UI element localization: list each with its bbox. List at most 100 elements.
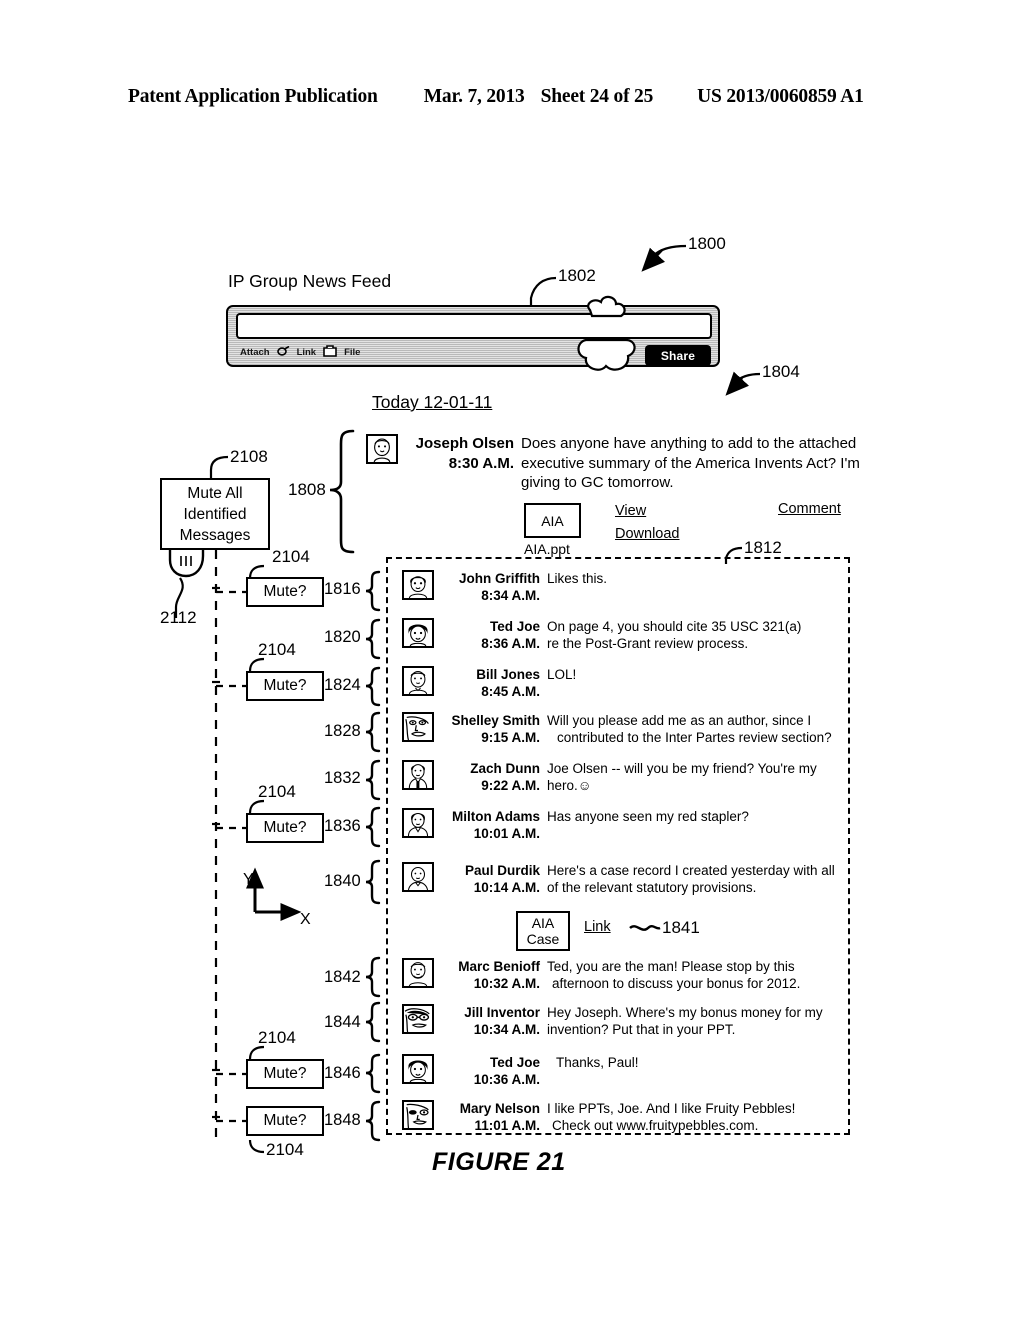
comment-text-1816: Likes this. bbox=[547, 570, 607, 587]
composer-input[interactable] bbox=[236, 313, 712, 339]
avatar-jill-inventor bbox=[402, 1004, 434, 1034]
comment-text-1828: Will you please add me as an author, sin… bbox=[547, 712, 832, 746]
figure-caption: FIGURE 21 bbox=[432, 1148, 566, 1176]
file-icon bbox=[323, 345, 337, 360]
ref-1802: 1802 bbox=[558, 266, 596, 285]
feed-title: IP Group News Feed bbox=[228, 271, 392, 291]
comment-text-1824: LOL! bbox=[547, 666, 576, 683]
mute-button-1848[interactable]: Mute? bbox=[246, 1106, 324, 1136]
comment-text-1832-line-2: hero.☺ bbox=[547, 778, 592, 793]
comment-text-1840-line-2: of the relevant statutory provisions. bbox=[547, 880, 757, 895]
ref-1808: 1808 bbox=[288, 480, 326, 499]
comment-row-1820: Ted Joe 8:36 A.M. On page 4, you should … bbox=[402, 618, 801, 652]
comment-author-1828: Shelley Smith bbox=[451, 713, 540, 728]
ref-2104-b: 2104 bbox=[258, 640, 296, 659]
comment-text-1842-line-2: afternoon to discuss your bonus for 2012… bbox=[552, 976, 801, 991]
case-link[interactable]: Link bbox=[584, 919, 611, 935]
ref-2104-e: 2104 bbox=[266, 1140, 304, 1159]
link-label[interactable]: Link bbox=[297, 347, 317, 358]
mute-button-1824[interactable]: Mute? bbox=[246, 671, 324, 701]
mute-all-line-3: Messages bbox=[179, 526, 251, 544]
attachment-label: AIA bbox=[541, 512, 564, 529]
comment-time-1820: 8:36 A.M. bbox=[481, 636, 540, 651]
view-link[interactable]: View bbox=[615, 503, 646, 519]
ref-1812: 1812 bbox=[744, 538, 782, 557]
attach-label[interactable]: Attach bbox=[240, 347, 270, 358]
comment-text-1820: On page 4, you should cite 35 USC 321(a)… bbox=[547, 618, 801, 652]
comment-text-1836-line-1: Has anyone seen my red stapler? bbox=[547, 809, 749, 824]
comment-time-1846: 10:36 A.M. bbox=[473, 1072, 540, 1087]
comment-row-1842: Marc Benioff 10:32 A.M. Ted, you are the… bbox=[402, 958, 800, 992]
comment-time-1840: 10:14 A.M. bbox=[473, 880, 540, 895]
comment-time-1832: 9:22 A.M. bbox=[481, 778, 540, 793]
comment-author-block-1846: Ted Joe 10:36 A.M. bbox=[440, 1054, 540, 1088]
comment-author-1846: Ted Joe bbox=[489, 1055, 540, 1070]
comment-row-1816: John Griffith 8:34 A.M. Likes this. bbox=[402, 570, 607, 604]
ref-comment-1842: 1842 bbox=[324, 968, 361, 986]
comment-text-1816-line-1: Likes this. bbox=[547, 571, 608, 586]
case-attachment-line-1: AIA bbox=[531, 915, 555, 931]
comment-text-1836: Has anyone seen my red stapler? bbox=[547, 808, 749, 825]
comment-author-1820: Ted Joe bbox=[489, 619, 540, 634]
comment-author-1848: Mary Nelson bbox=[459, 1101, 540, 1116]
case-attachment-line-2: Case bbox=[526, 931, 560, 947]
comment-time-1828: 9:15 A.M. bbox=[481, 730, 540, 745]
comment-time-1842: 10:32 A.M. bbox=[473, 976, 540, 991]
comment-text-1844: Hey Joseph. Where's my bonus money for m… bbox=[547, 1004, 823, 1038]
comment-author-block-1848: Mary Nelson 11:01 A.M. bbox=[440, 1100, 540, 1134]
link-icon bbox=[276, 345, 290, 360]
comment-time-1848: 11:01 A.M. bbox=[474, 1118, 540, 1133]
ref-comment-1824: 1824 bbox=[324, 676, 361, 694]
axis-label-x: X bbox=[300, 911, 311, 928]
comment-time-1844: 10:34 A.M. bbox=[473, 1022, 540, 1037]
post-author-block: Joseph Olsen 8:30 A.M. bbox=[406, 434, 514, 473]
avatar-paul-durdik bbox=[402, 862, 434, 892]
mute-button-1846[interactable]: Mute? bbox=[246, 1059, 324, 1089]
mute-all-identified-messages-button[interactable]: Mute All Identified Messages bbox=[160, 478, 270, 550]
ref-comment-1844: 1844 bbox=[324, 1013, 361, 1031]
ref-2104-c: 2104 bbox=[258, 782, 296, 801]
comment-text-1848-line-1: I like PPTs, Joe. And I like Fruity Pebb… bbox=[547, 1101, 796, 1116]
avatar-mary-nelson bbox=[402, 1100, 434, 1130]
mute-button-1816[interactable]: Mute? bbox=[246, 577, 324, 607]
attachment-thumbnail-aia-case[interactable]: AIA Case bbox=[516, 911, 570, 951]
attachment-thumbnail-aia[interactable]: AIA bbox=[524, 503, 581, 538]
download-link[interactable]: Download bbox=[615, 526, 680, 542]
ref-comment-1832: 1832 bbox=[324, 769, 361, 787]
share-button[interactable]: Share bbox=[645, 345, 711, 366]
ref-2112: 2112 bbox=[160, 608, 197, 627]
file-label[interactable]: File bbox=[344, 347, 360, 358]
avatar-shelley-smith bbox=[402, 712, 434, 742]
comment-text-1820-line-1: On page 4, you should cite 35 USC 321(a) bbox=[547, 619, 802, 634]
post-time: 8:30 A.M. bbox=[448, 454, 514, 472]
comment-time-1824: 8:45 A.M. bbox=[481, 684, 540, 699]
mute-button-1836[interactable]: Mute? bbox=[246, 813, 324, 843]
date-divider: Today 12-01-11 bbox=[372, 392, 493, 412]
comment-text-1846-line-1: Thanks, Paul! bbox=[556, 1055, 639, 1070]
ref-2108: 2108 bbox=[230, 447, 268, 466]
attachment-filename: AIA.ppt bbox=[524, 541, 570, 557]
ref-comment-1840: 1840 bbox=[324, 872, 361, 890]
comment-row-1836: Milton Adams 10:01 A.M. Has anyone seen … bbox=[402, 808, 749, 842]
comment-author-block-1820: Ted Joe 8:36 A.M. bbox=[440, 618, 540, 652]
ref-comment-1836: 1836 bbox=[324, 817, 361, 835]
comment-row-1844: Jill Inventor 10:34 A.M. Hey Joseph. Whe… bbox=[402, 1004, 823, 1038]
ref-comment-1846: 1846 bbox=[324, 1064, 361, 1082]
avatar-ted-joe-2 bbox=[402, 1054, 434, 1084]
post-text-line-2: executive summary of the America Invents… bbox=[521, 454, 860, 472]
comment-author-block-1816: John Griffith 8:34 A.M. bbox=[440, 570, 540, 604]
comment-row-1832: Zach Dunn 9:22 A.M. Joe Olsen -- will yo… bbox=[402, 760, 817, 794]
post-text-line-1: Does anyone have anything to add to the … bbox=[521, 435, 857, 452]
avatar-milton-adams bbox=[402, 808, 434, 838]
comment-link[interactable]: Comment bbox=[778, 501, 841, 517]
comment-text-1828-line-1: Will you please add me as an author, sin… bbox=[547, 713, 812, 728]
composer-toolbar: Attach Link File bbox=[240, 345, 360, 360]
ref-1841: 1841 bbox=[662, 918, 700, 937]
comment-text-1832: Joe Olsen -- will you be my friend? You'… bbox=[547, 760, 817, 794]
avatar-marc-benioff bbox=[402, 958, 434, 988]
comment-author-block-1824: Bill Jones 8:45 A.M. bbox=[440, 666, 540, 700]
comment-text-1844-line-2: invention? Put that in your PPT. bbox=[547, 1022, 736, 1037]
comment-row-1846: Ted Joe 10:36 A.M. Thanks, Paul! bbox=[402, 1054, 639, 1088]
mute-all-line-2: Identified bbox=[183, 505, 247, 523]
patent-figure: IP Group News Feed Attach Link File Shar… bbox=[0, 0, 1024, 1320]
